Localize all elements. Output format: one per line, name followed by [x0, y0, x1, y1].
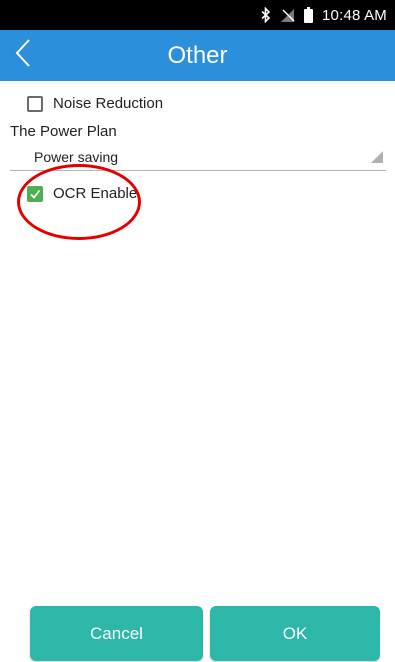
checkbox-checked-icon: [27, 185, 43, 202]
checkbox-unchecked-icon: [27, 95, 43, 112]
noise-reduction-checkbox[interactable]: Noise Reduction: [27, 95, 163, 112]
chevron-left-icon: [14, 38, 32, 73]
battery-icon: [304, 7, 314, 23]
ocr-enable-checkbox[interactable]: OCR Enable: [27, 185, 137, 202]
noise-reduction-label: Noise Reduction: [53, 95, 164, 112]
back-button[interactable]: [6, 34, 40, 77]
ok-button[interactable]: OK: [210, 606, 380, 661]
bottom-button-bar: Cancel OK: [0, 604, 395, 662]
cancel-button[interactable]: Cancel: [30, 606, 203, 661]
no-signal-icon: [280, 8, 295, 23]
power-plan-value: Power saving: [34, 149, 119, 165]
dropdown-triangle-icon: [371, 150, 383, 168]
page-title: Other: [167, 41, 228, 69]
app-bar: Other: [0, 30, 395, 81]
power-plan-label: The Power Plan: [10, 123, 117, 140]
ocr-enable-label: OCR Enable: [53, 185, 138, 202]
power-plan-spinner[interactable]: Power saving: [10, 147, 386, 171]
status-time: 10:48 AM: [322, 6, 387, 24]
status-bar: 10:48 AM: [0, 0, 395, 30]
bluetooth-icon: [261, 7, 271, 23]
annotation-circle: [17, 164, 141, 240]
